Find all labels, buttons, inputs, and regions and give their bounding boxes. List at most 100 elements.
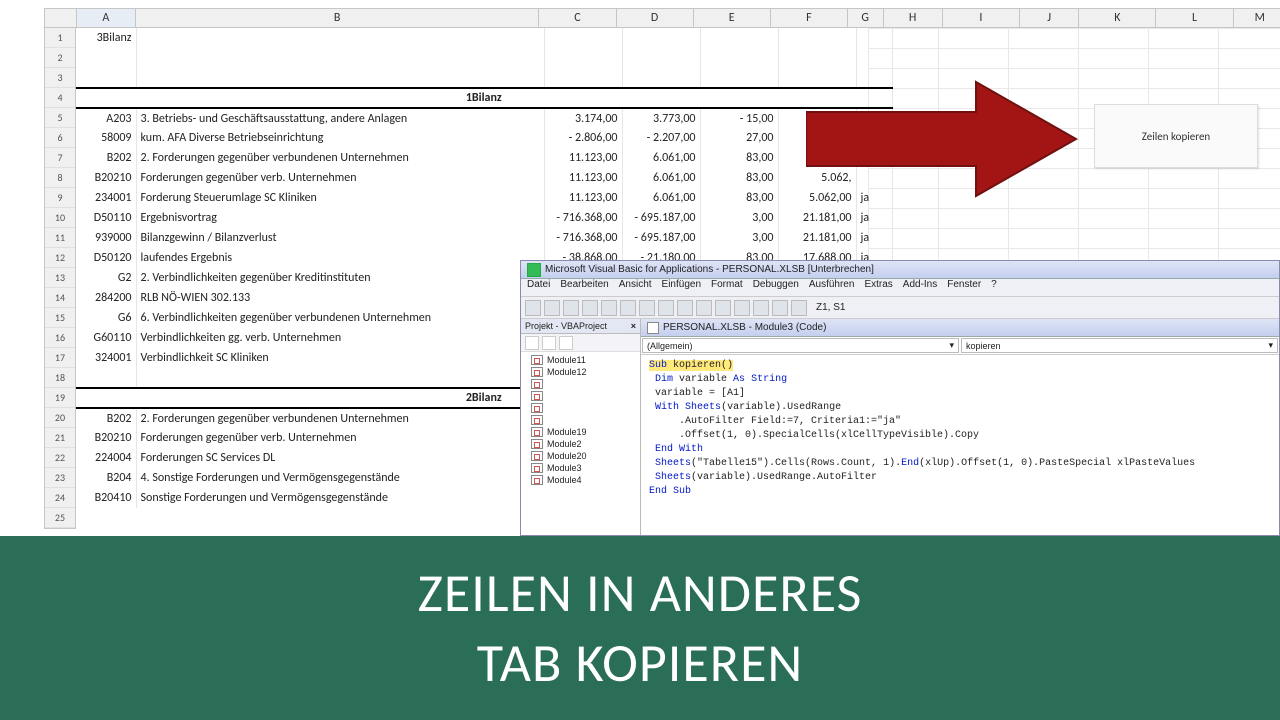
toolbar-icon[interactable] xyxy=(639,300,655,316)
cell[interactable] xyxy=(622,48,700,68)
cell[interactable]: 6. Verbindlichkeiten gegenüber verbunden… xyxy=(136,308,544,328)
cell[interactable]: 6.061,00 xyxy=(622,168,700,188)
module-item[interactable]: Module3 xyxy=(531,462,640,474)
cell[interactable]: 2. Forderungen gegenüber verbundenen Unt… xyxy=(136,408,544,428)
row-header[interactable]: 22 xyxy=(45,448,75,468)
row-header[interactable]: 6 xyxy=(45,128,75,148)
cell[interactable] xyxy=(544,28,622,48)
col-header-B[interactable]: B xyxy=(136,9,539,27)
cell[interactable]: RLB NÖ-WIEN 302.133 xyxy=(136,288,544,308)
cell[interactable]: 939000 xyxy=(76,228,136,248)
row-header[interactable]: 21 xyxy=(45,428,75,448)
toolbar-icon[interactable] xyxy=(677,300,693,316)
toolbar-icon[interactable] xyxy=(772,300,788,316)
col-header-A[interactable]: A xyxy=(77,9,136,27)
module-item[interactable] xyxy=(531,390,640,402)
toolbar-icon[interactable] xyxy=(658,300,674,316)
cell[interactable]: B202 xyxy=(76,148,136,168)
cell[interactable]: 6.061,00 xyxy=(622,148,700,168)
cell[interactable] xyxy=(544,68,622,88)
cell[interactable]: 21.181,00 xyxy=(778,228,856,248)
module-item[interactable]: Module4 xyxy=(531,474,640,486)
module-item[interactable]: Module19 xyxy=(531,426,640,438)
row-header[interactable]: 18 xyxy=(45,368,75,388)
menu-item[interactable]: Bearbeiten xyxy=(560,279,608,290)
cell[interactable] xyxy=(622,28,700,48)
col-header-F[interactable]: F xyxy=(771,9,848,27)
cell[interactable]: kum. AFA Diverse Betriebseinrichtung xyxy=(136,128,544,148)
row-header[interactable]: 17 xyxy=(45,348,75,368)
row-header[interactable]: 19 xyxy=(45,388,75,408)
cell[interactable]: D50110 xyxy=(76,208,136,228)
cell[interactable]: Forderungen SC Services DL xyxy=(136,448,544,468)
project-view-icon[interactable] xyxy=(525,336,539,350)
toolbar-icon[interactable] xyxy=(525,300,541,316)
menu-item[interactable]: Format xyxy=(711,279,743,290)
row-header[interactable]: 5 xyxy=(45,108,75,128)
cell[interactable]: 11.123,00 xyxy=(544,148,622,168)
cell[interactable]: ja xyxy=(856,208,892,228)
cell[interactable]: - 15,00 xyxy=(700,108,778,128)
select-all-corner[interactable] xyxy=(45,9,77,27)
row-header[interactable]: 4 xyxy=(45,88,75,108)
cell[interactable] xyxy=(856,48,892,68)
toolbar-icon[interactable] xyxy=(791,300,807,316)
col-header-H[interactable]: H xyxy=(884,9,943,27)
cell[interactable]: 27,00 xyxy=(700,128,778,148)
cell[interactable] xyxy=(778,28,856,48)
cell[interactable]: - 716.368,00 xyxy=(544,228,622,248)
toolbar-icon[interactable] xyxy=(563,300,579,316)
cell[interactable]: - 695.187,00 xyxy=(622,228,700,248)
module-item[interactable]: Module20 xyxy=(531,450,640,462)
procedure-selector[interactable]: kopieren▾ xyxy=(961,338,1278,353)
col-header-M[interactable]: M xyxy=(1234,9,1280,27)
row-header[interactable]: 23 xyxy=(45,468,75,488)
row-header[interactable]: 20 xyxy=(45,408,75,428)
cell[interactable]: 3.773,00 xyxy=(622,108,700,128)
col-header-K[interactable]: K xyxy=(1079,9,1156,27)
cell[interactable]: 83,00 xyxy=(700,168,778,188)
module-item[interactable]: Module2 xyxy=(531,438,640,450)
cell[interactable]: G2 xyxy=(76,268,136,288)
cell[interactable]: G6 xyxy=(76,308,136,328)
cell[interactable]: 3. Betriebs- und Geschäftsausstattung, a… xyxy=(136,108,544,128)
cell[interactable]: Ergebnisvortrag xyxy=(136,208,544,228)
row-header[interactable]: 7 xyxy=(45,148,75,168)
cell[interactable]: B204 xyxy=(76,468,136,488)
col-header-L[interactable]: L xyxy=(1156,9,1233,27)
toolbar-icon[interactable] xyxy=(544,300,560,316)
toolbar-icon[interactable] xyxy=(696,300,712,316)
cell[interactable] xyxy=(778,48,856,68)
row-header[interactable]: 13 xyxy=(45,268,75,288)
cell[interactable]: - 695.187,00 xyxy=(622,208,700,228)
cell[interactable]: 1Bilanz xyxy=(76,88,892,108)
cell[interactable] xyxy=(856,28,892,48)
cell[interactable]: 11.123,00 xyxy=(544,188,622,208)
cell[interactable]: 21.181,00 xyxy=(778,208,856,228)
cell[interactable]: Forderungen gegenüber verb. Unternehmen xyxy=(136,168,544,188)
col-header-G[interactable]: G xyxy=(848,9,884,27)
cell[interactable]: A203 xyxy=(76,108,136,128)
cell[interactable]: ja xyxy=(856,228,892,248)
cell[interactable]: - 2.806,00 xyxy=(544,128,622,148)
cell[interactable] xyxy=(76,48,136,68)
row-header[interactable]: 11 xyxy=(45,228,75,248)
menu-item[interactable]: Fenster xyxy=(947,279,981,290)
cell[interactable]: 3Bilanz xyxy=(76,28,136,48)
col-header-J[interactable]: J xyxy=(1020,9,1079,27)
cell[interactable]: B20210 xyxy=(76,428,136,448)
cell[interactable]: B20210 xyxy=(76,168,136,188)
menu-item[interactable]: ? xyxy=(991,279,997,290)
cell[interactable]: G60110 xyxy=(76,328,136,348)
module-item[interactable]: Module12 xyxy=(531,366,640,378)
cell[interactable]: 3.174,00 xyxy=(544,108,622,128)
cell[interactable]: 2. Forderungen gegenüber verbundenen Unt… xyxy=(136,148,544,168)
toolbar-icon[interactable] xyxy=(715,300,731,316)
cell[interactable] xyxy=(700,28,778,48)
row-header[interactable]: 1 xyxy=(45,28,75,48)
vba-titlebar[interactable]: Microsoft Visual Basic for Applications … xyxy=(521,261,1279,279)
menu-item[interactable]: Ausführen xyxy=(809,279,855,290)
row-header[interactable]: 2 xyxy=(45,48,75,68)
row-header[interactable]: 8 xyxy=(45,168,75,188)
module-item[interactable] xyxy=(531,414,640,426)
